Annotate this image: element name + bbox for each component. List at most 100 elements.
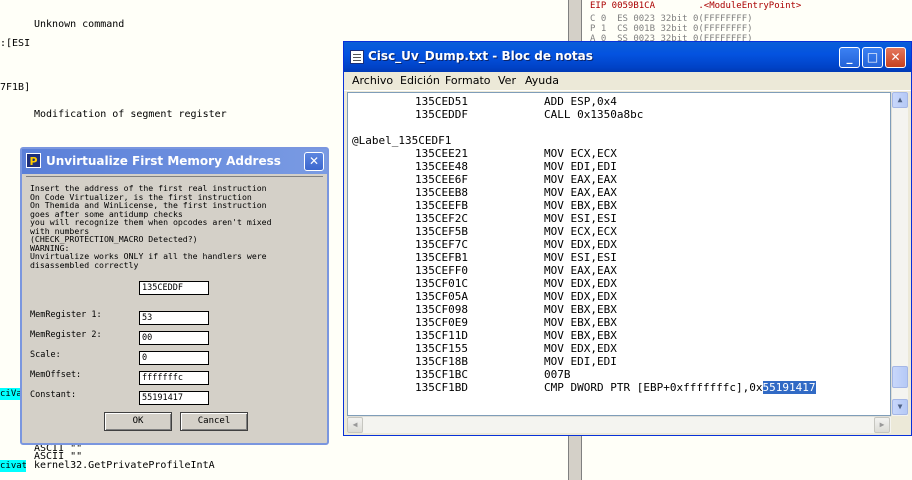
code-address: 135CEF2C <box>415 212 468 225</box>
app-icon: P <box>26 153 41 168</box>
instruction-text: MOV EBX,EBX <box>544 316 617 329</box>
menu-archivo[interactable]: Archivo <box>352 74 393 87</box>
instruction-text: MOV EAX,EAX <box>544 186 617 199</box>
notepad-icon <box>350 50 364 64</box>
code-address: 135CEE48 <box>415 160 468 173</box>
instruction-text: MOV EDI,EDI <box>544 160 617 173</box>
code-instruction: MOV EDX,EDX <box>544 342 617 355</box>
minimize-button[interactable]: _ <box>839 47 860 68</box>
scale-input[interactable]: 0 <box>139 351 209 365</box>
code-instruction: MOV EAX,EAX <box>544 186 617 199</box>
instruction-text: MOV ESI,ESI <box>544 251 617 264</box>
instruction-text: ADD ESP,0x4 <box>544 95 617 108</box>
code-instruction: MOV ECX,ECX <box>544 147 617 160</box>
code-instruction: ADD ESP,0x4 <box>544 95 617 108</box>
scroll-up-icon[interactable]: ▲ <box>892 92 908 108</box>
code-address: 135CEFB1 <box>415 251 468 264</box>
code-address: 135CF18B <box>415 355 468 368</box>
instruction-text: MOV EBX,EBX <box>544 303 617 316</box>
code-instruction: MOV EBX,EBX <box>544 316 617 329</box>
memregister2-label: MemRegister 2: <box>30 330 102 340</box>
dialog-body: Insert the address of the first real ins… <box>26 176 323 439</box>
scroll-thumb[interactable] <box>892 366 908 388</box>
code-instruction: MOV EDI,EDI <box>544 160 617 173</box>
operand-fragment: :[ESI <box>0 38 31 49</box>
memregister1-label: MemRegister 1: <box>30 310 102 320</box>
menu-formato[interactable]: Formato <box>445 74 491 87</box>
code-address: 135CEDDF <box>415 108 468 121</box>
scroll-right-icon[interactable]: ▶ <box>874 417 890 433</box>
close-button[interactable]: ✕ <box>885 47 906 68</box>
code-instruction: MOV EAX,EAX <box>544 264 617 277</box>
code-instruction: MOV EAX,EAX <box>544 173 617 186</box>
operand-fragment: 7F1B] <box>0 82 31 93</box>
code-address: 135CED51 <box>415 95 468 108</box>
instruction-text: MOV EBX,EBX <box>544 199 617 212</box>
code-address: 135CF11D <box>415 329 468 342</box>
code-instruction: MOV ESI,ESI <box>544 212 617 225</box>
code-address: 135CF155 <box>415 342 468 355</box>
scroll-down-icon[interactable]: ▼ <box>892 399 908 415</box>
code-address: 135CF1BD <box>415 381 468 394</box>
instruction-text: MOV ECX,ECX <box>544 225 617 238</box>
register-line: C 0 ES 0023 32bit 0(FFFFFFFF) <box>590 14 753 24</box>
instruction-text: MOV EDX,EDX <box>544 238 617 251</box>
maximize-button[interactable]: □ <box>862 47 883 68</box>
memregister2-input[interactable]: 00 <box>139 331 209 345</box>
instruction-text: MOV EDX,EDX <box>544 290 617 303</box>
code-instruction: 007B <box>544 368 571 381</box>
code-address: 135CF05A <box>415 290 468 303</box>
ok-button[interactable]: OK <box>104 412 172 431</box>
horizontal-scrollbar[interactable]: ◀ ▶ <box>347 416 891 433</box>
instruction-text: 007B <box>544 368 571 381</box>
register-line: P 1 CS 001B 32bit 0(FFFFFFFF) <box>590 24 753 34</box>
dialog-title: Unvirtualize First Memory Address <box>46 154 281 168</box>
code-address: 135CEF5B <box>415 225 468 238</box>
menu-ver[interactable]: Ver <box>498 74 516 87</box>
memoffset-input[interactable]: fffffffc <box>139 371 209 385</box>
code-address: 135CEE6F <box>415 173 468 186</box>
code-address: 135CF0E9 <box>415 316 468 329</box>
code-instruction: CALL 0x1350a8bc <box>544 108 643 121</box>
menu-ayuda[interactable]: Ayuda <box>525 74 559 87</box>
code-address: 135CF098 <box>415 303 468 316</box>
instruction-text: CALL 0x1350a8bc <box>544 108 644 121</box>
memregister1-input[interactable]: 53 <box>139 311 209 325</box>
code-address: 135CEEB8 <box>415 186 468 199</box>
dialog-close-button[interactable]: ✕ <box>304 152 324 171</box>
notepad-window: Cisc_Uv_Dump.txt - Bloc de notas _ □ ✕ A… <box>343 41 912 436</box>
comment-line: Modification of segment register <box>34 109 227 120</box>
selected-text[interactable]: 55191417 <box>762 381 816 394</box>
code-instruction: MOV EBX,EBX <box>544 329 617 342</box>
notepad-title-bar[interactable]: Cisc_Uv_Dump.txt - Bloc de notas _ □ ✕ <box>344 42 911 72</box>
instructions-text: Insert the address of the first real ins… <box>30 183 272 270</box>
code-instruction: MOV EDX,EDX <box>544 277 617 290</box>
scroll-left-icon[interactable]: ◀ <box>347 417 363 433</box>
instruction-text: CMP DWORD PTR [EBP+0xfffffffc],0x <box>544 381 763 394</box>
vertical-scrollbar[interactable]: ▲ ▼ <box>891 92 908 416</box>
code-label: @Label_135CEDF1 <box>352 134 452 147</box>
instruction-text: MOV ESI,ESI <box>544 212 617 225</box>
instruction-text: MOV ECX,ECX <box>544 147 617 160</box>
text-editor[interactable]: 135CED51 ADD ESP,0x4 135CEDDF CALL 0x1350a8… <box>347 92 891 416</box>
comment-line: Unknown command <box>34 19 125 30</box>
code-instruction: CMP DWORD PTR [EBP+0xfffffffc],0x5519141… <box>544 381 816 394</box>
instruction-text: MOV EDX,EDX <box>544 342 617 355</box>
code-instruction: MOV EBX,EBX <box>544 303 617 316</box>
unvirtualize-dialog: P Unvirtualize First Memory Address ✕ In… <box>20 147 329 445</box>
memoffset-label: MemOffset: <box>30 370 82 380</box>
address-input[interactable]: 135CEDDF <box>139 281 209 295</box>
code-instruction: MOV ESI,ESI <box>544 251 617 264</box>
highlight-marker: civat <box>0 460 26 472</box>
constant-input[interactable]: 55191417 <box>139 391 209 405</box>
instruction-text: MOV EBX,EBX <box>544 329 617 342</box>
code-instruction: MOV EBX,EBX <box>544 199 617 212</box>
code-address: 135CF1BC <box>415 368 468 381</box>
dialog-title-bar[interactable]: P Unvirtualize First Memory Address ✕ <box>22 149 327 174</box>
code-address: 135CEEFB <box>415 199 468 212</box>
menu-bar: Archivo Edición Formato Ver Ayuda <box>344 72 911 91</box>
code-instruction: MOV ECX,ECX <box>544 225 617 238</box>
menu-edicion[interactable]: Edición <box>400 74 440 87</box>
cancel-button[interactable]: Cancel <box>180 412 248 431</box>
instruction-text: MOV EDX,EDX <box>544 277 617 290</box>
